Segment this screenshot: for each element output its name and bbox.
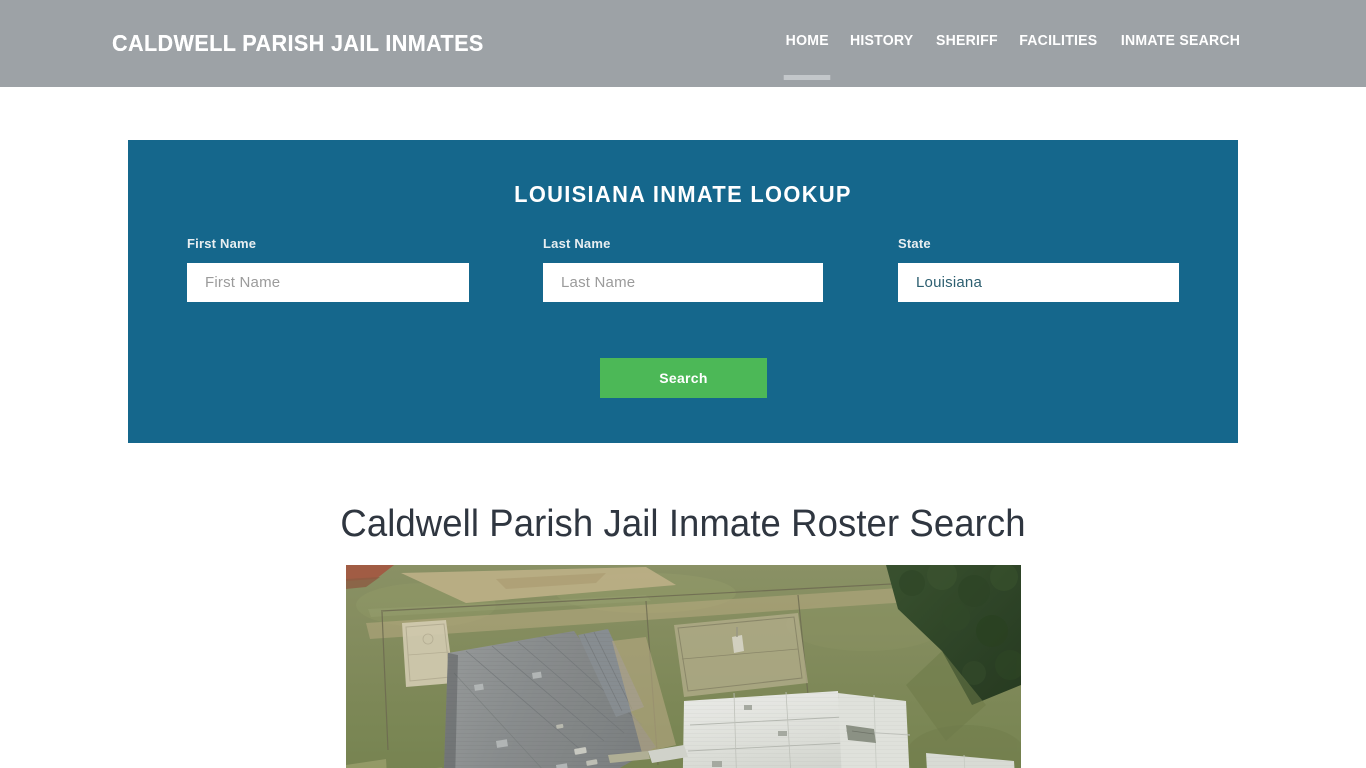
first-name-input[interactable] (187, 263, 469, 302)
nav-item-facilities[interactable]: FACILITIES (1010, 33, 1108, 49)
inmate-lookup-panel: LOUISIANA INMATE LOOKUP First Name Last … (128, 140, 1238, 443)
aerial-photo-of-jail-facility (346, 565, 1021, 768)
site-brand-logo[interactable]: Caldwell Parish Jail Inmates (112, 30, 484, 57)
page-title: Caldwell Parish Jail Inmate Roster Searc… (340, 503, 1026, 545)
last-name-input[interactable] (543, 263, 823, 302)
site-header: Caldwell Parish Jail Inmates HOME HISTOR… (0, 0, 1366, 87)
state-field-group: State (898, 236, 1179, 302)
state-label: State (898, 236, 931, 251)
nav-item-sheriff[interactable]: SHERIFF (926, 33, 1007, 49)
last-name-field-group: Last Name (543, 236, 823, 302)
nav-item-home[interactable]: HOME (776, 33, 839, 49)
last-name-label: Last Name (543, 236, 611, 251)
search-button[interactable]: Search (600, 358, 767, 398)
nav-item-inmate-search[interactable]: INMATE SEARCH (1111, 33, 1250, 49)
main-navigation: HOME HISTORY SHERIFF FACILITIES INMATE S… (775, 33, 1252, 49)
first-name-field-group: First Name (187, 236, 469, 302)
nav-item-history[interactable]: HISTORY (840, 33, 923, 49)
lookup-panel-title: LOUISIANA INMATE LOOKUP (514, 181, 852, 207)
state-input[interactable] (898, 263, 1179, 302)
first-name-label: First Name (187, 236, 257, 251)
